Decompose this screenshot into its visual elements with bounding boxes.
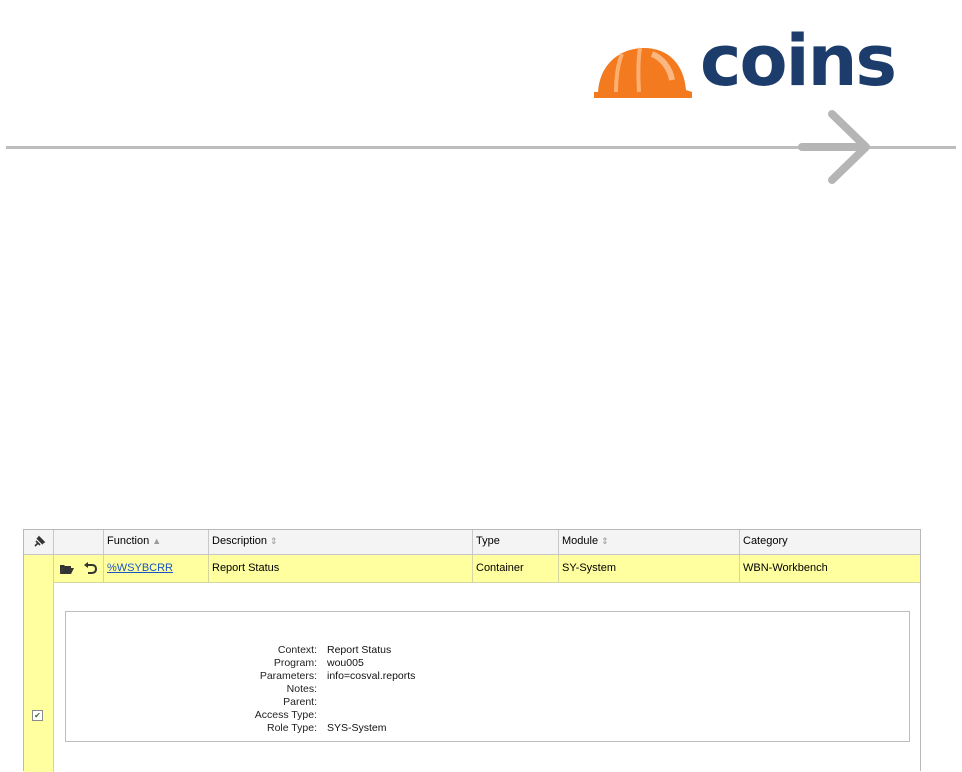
detail-role-type: Role Type: SYS-System xyxy=(66,722,911,735)
detail-parent: Parent: xyxy=(66,696,911,709)
column-header-function[interactable]: Function ▲ xyxy=(103,530,208,554)
row-checkbox[interactable]: ✔ xyxy=(32,710,43,721)
detail-label: Role Type: xyxy=(266,722,317,734)
detail-label: Parent: xyxy=(283,696,317,708)
column-label-type: Type xyxy=(476,535,500,547)
detail-value: SYS-System xyxy=(327,722,387,734)
detail-value: Report Status xyxy=(327,644,392,656)
column-label-description: Description xyxy=(212,535,268,547)
detail-label: Context: xyxy=(277,644,317,656)
column-header-description[interactable]: Description ⇕ xyxy=(208,530,472,554)
column-label-category: Category xyxy=(743,535,788,547)
functions-grid: Function ▲ Description ⇕ Type Module ⇕ Cate… xyxy=(23,529,921,772)
sort-toggle-icon[interactable]: ⇕ xyxy=(601,536,609,546)
logo-wordmark: coins xyxy=(700,20,897,102)
column-header-type[interactable]: Type xyxy=(472,530,558,554)
sort-toggle-icon[interactable]: ⇕ xyxy=(270,536,278,546)
function-link[interactable]: %WSYBCRR xyxy=(107,562,173,574)
detail-access-type: Access Type: xyxy=(66,709,911,722)
column-header-category[interactable]: Category xyxy=(739,530,920,554)
coins-logo: coins xyxy=(592,26,932,102)
pin-icon xyxy=(33,535,45,547)
detail-program: Program: wou005 xyxy=(66,657,911,670)
detail-field-list: Context: Report Status Program: wou005 P… xyxy=(66,644,911,735)
detail-context: Context: Report Status xyxy=(66,644,911,657)
detail-value: info=cosval.reports xyxy=(327,670,416,682)
arrow-right-icon xyxy=(798,110,870,184)
detail-parameters: Parameters: info=cosval.reports xyxy=(66,670,911,683)
undo-icon[interactable] xyxy=(83,561,97,575)
detail-notes: Notes: xyxy=(66,683,911,696)
detail-label: Notes: xyxy=(286,683,317,695)
folder-open-icon[interactable] xyxy=(59,563,75,575)
row-actions-cell xyxy=(53,555,103,582)
detail-label: Access Type: xyxy=(254,709,317,721)
sort-asc-icon[interactable]: ▲ xyxy=(152,536,161,546)
cell-type: Container xyxy=(472,555,558,582)
cell-function[interactable]: %WSYBCRR xyxy=(103,555,208,582)
column-header-module[interactable]: Module ⇕ xyxy=(558,530,739,554)
cell-category: WBN-Workbench xyxy=(739,555,920,582)
detail-label: Program: xyxy=(273,657,317,669)
hard-hat-icon xyxy=(594,47,692,98)
actions-column-header xyxy=(53,530,103,554)
grid-header: Function ▲ Description ⇕ Type Module ⇕ Cate… xyxy=(24,530,920,555)
row-selector-strip: ✔ xyxy=(24,582,54,772)
pin-column-header[interactable] xyxy=(24,530,53,554)
detail-value: wou005 xyxy=(327,657,364,669)
cell-module: SY-System xyxy=(558,555,739,582)
table-row[interactable]: %WSYBCRR Report Status Container SY-Syst… xyxy=(24,555,920,583)
cell-description: Report Status xyxy=(208,555,472,582)
column-label-function: Function xyxy=(107,535,150,547)
row-pin-cell xyxy=(24,555,53,582)
row-detail-panel: Context: Report Status Program: wou005 P… xyxy=(65,611,910,742)
column-label-module: Module xyxy=(562,535,599,547)
detail-label: Parameters: xyxy=(259,670,317,682)
